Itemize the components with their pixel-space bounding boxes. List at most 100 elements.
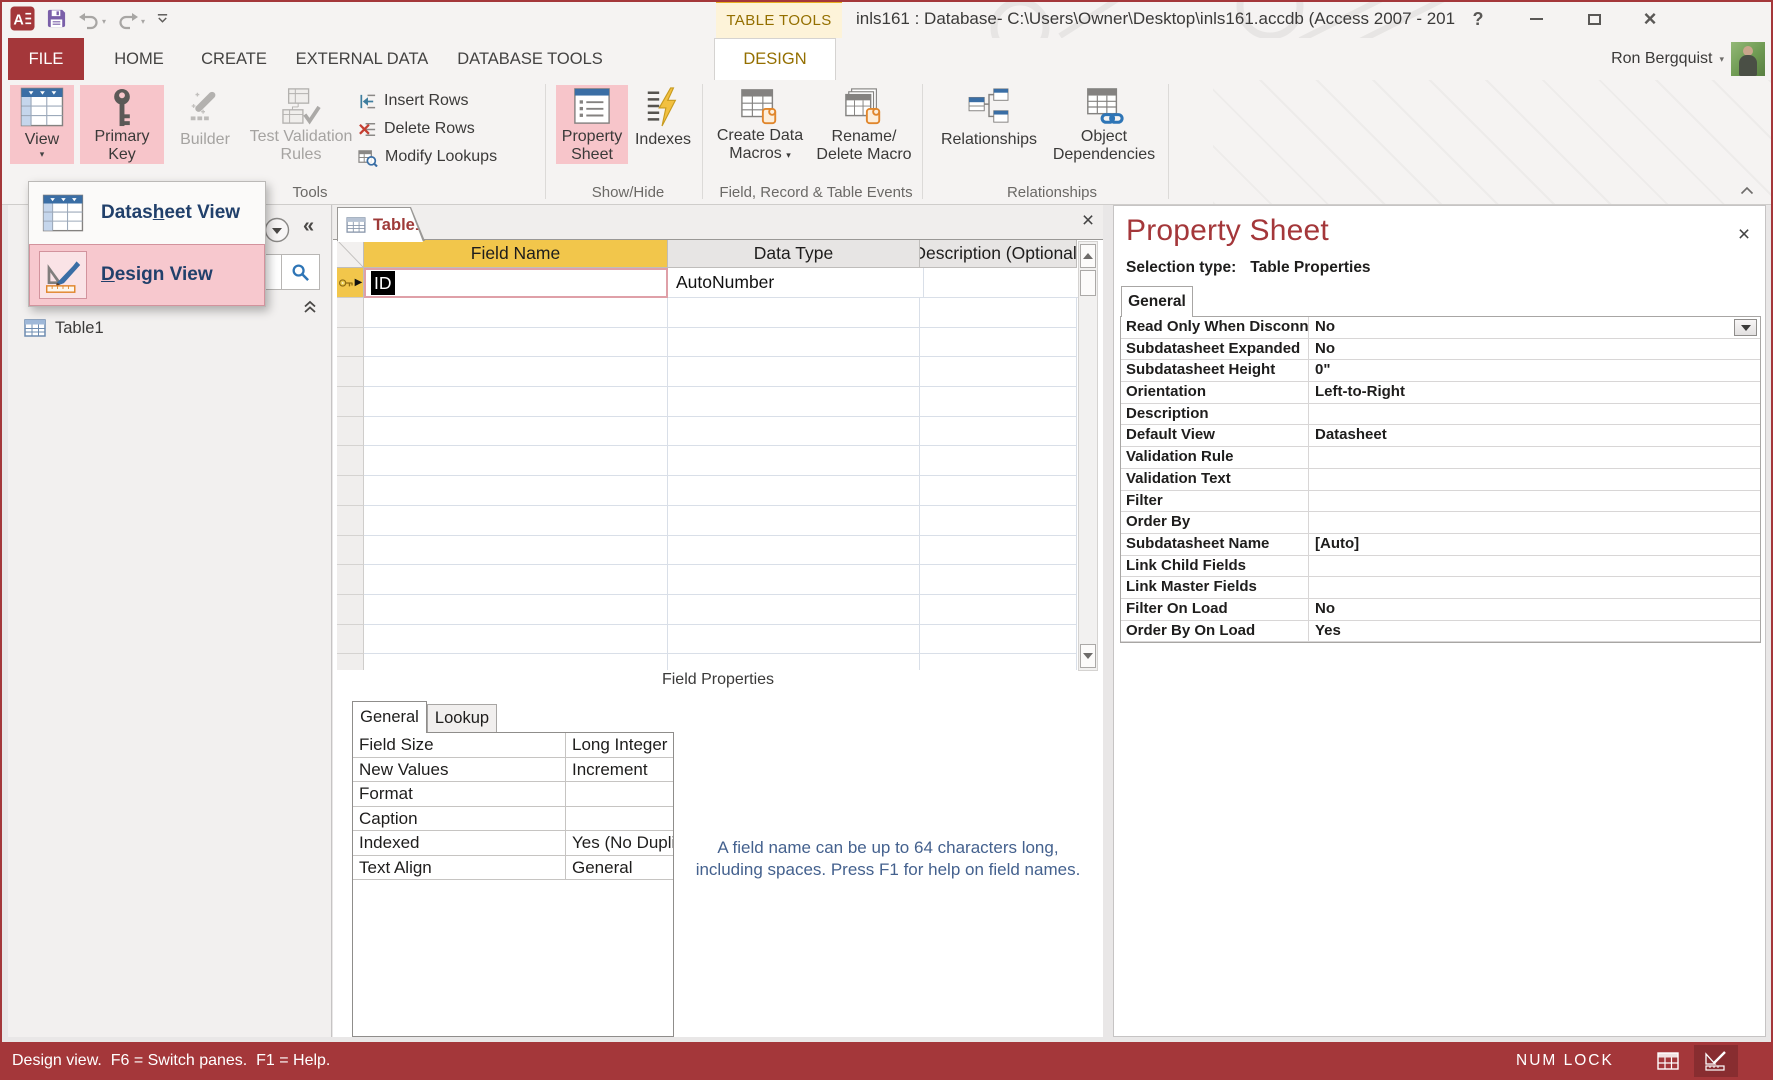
tab-file[interactable]: FILE: [8, 38, 84, 80]
indexes-button[interactable]: Indexes: [632, 85, 694, 164]
grid-cell[interactable]: [920, 328, 1077, 358]
property-row[interactable]: OrientationLeft-to-Right: [1121, 382, 1760, 404]
row-selector[interactable]: [337, 298, 364, 328]
property-value[interactable]: Datasheet: [1309, 425, 1760, 446]
tab-create[interactable]: CREATE: [194, 38, 274, 80]
double-chevron-up-icon[interactable]: [302, 299, 318, 320]
row-selector[interactable]: [337, 536, 364, 566]
row-selector[interactable]: [337, 387, 364, 417]
redo-button[interactable]: ▾: [117, 12, 145, 30]
property-row[interactable]: Link Master Fields: [1121, 577, 1760, 599]
property-value[interactable]: [1309, 556, 1760, 577]
table-row[interactable]: [337, 446, 1079, 476]
grid-cell[interactable]: [920, 565, 1077, 595]
grid-cell[interactable]: [920, 654, 1077, 670]
grid-cell[interactable]: [920, 387, 1077, 417]
close-icon[interactable]: ×: [1634, 8, 1666, 30]
field-property-row[interactable]: Text AlignGeneral: [353, 856, 673, 881]
save-icon[interactable]: [46, 8, 67, 34]
tab-design[interactable]: DESIGN: [714, 38, 836, 80]
property-value[interactable]: [1309, 577, 1760, 598]
undo-button[interactable]: ▾: [78, 12, 106, 30]
dropdown-button[interactable]: [1734, 319, 1757, 336]
scroll-up-icon[interactable]: [1080, 244, 1096, 268]
grid-cell[interactable]: [668, 625, 920, 655]
menu-item-datasheet-view[interactable]: Datasheet View: [29, 182, 265, 244]
grid-cell[interactable]: [668, 328, 920, 358]
field-property-value[interactable]: Increment: [566, 758, 673, 782]
property-row[interactable]: Read Only When DisconnectedNo: [1121, 317, 1760, 339]
grid-cell[interactable]: [364, 595, 668, 625]
grid-cell[interactable]: [920, 357, 1077, 387]
maximize-icon[interactable]: [1578, 8, 1610, 30]
account-chip[interactable]: Ron Bergquist ▾: [1560, 38, 1768, 80]
table-row[interactable]: [337, 357, 1079, 387]
property-row[interactable]: Validation Text: [1121, 469, 1760, 491]
table-row[interactable]: [337, 506, 1079, 536]
property-row[interactable]: Link Child Fields: [1121, 556, 1760, 578]
field-property-row[interactable]: IndexedYes (No Duplicates): [353, 831, 673, 856]
vertical-scrollbar[interactable]: [1078, 241, 1098, 671]
grid-corner-cell[interactable]: [337, 240, 364, 268]
property-sheet-button[interactable]: Property Sheet: [556, 85, 628, 164]
tab-general[interactable]: General: [352, 701, 427, 733]
table-row[interactable]: [337, 595, 1079, 625]
table-row[interactable]: [337, 476, 1079, 506]
insert-rows-button[interactable]: Insert Rows: [358, 88, 468, 114]
property-value[interactable]: No: [1309, 317, 1760, 338]
field-property-row[interactable]: New ValuesIncrement: [353, 758, 673, 783]
test-validation-rules-button[interactable]: Test Validation Rules: [246, 85, 356, 164]
field-property-value[interactable]: General: [566, 856, 673, 880]
property-row[interactable]: Filter On LoadNo: [1121, 599, 1760, 621]
menu-item-design-view[interactable]: Design View: [29, 244, 265, 306]
grid-cell[interactable]: [920, 536, 1077, 566]
column-header-description[interactable]: Description (Optional): [920, 240, 1077, 268]
grid-cell[interactable]: [668, 446, 920, 476]
property-row[interactable]: Default ViewDatasheet: [1121, 425, 1760, 447]
tab-lookup[interactable]: Lookup: [427, 704, 497, 733]
property-value[interactable]: [1309, 469, 1760, 490]
field-property-row[interactable]: Caption: [353, 807, 673, 832]
grid-cell[interactable]: [668, 565, 920, 595]
field-property-value[interactable]: Yes (No Duplicates): [566, 831, 673, 855]
grid-cell[interactable]: [920, 595, 1077, 625]
grid-cell[interactable]: [920, 476, 1077, 506]
grid-cell[interactable]: [668, 387, 920, 417]
property-row[interactable]: Subdatasheet Height0": [1121, 360, 1760, 382]
primary-key-button[interactable]: Primary Key: [80, 85, 164, 164]
close-icon[interactable]: ×: [1730, 222, 1758, 248]
pane-splitter[interactable]: [1103, 205, 1113, 1037]
column-header-field-name[interactable]: Field Name: [364, 240, 668, 268]
grid-cell[interactable]: [668, 476, 920, 506]
row-selector[interactable]: [337, 357, 364, 387]
tab-home[interactable]: HOME: [98, 38, 180, 80]
table-row[interactable]: [337, 387, 1079, 417]
grid-cell[interactable]: [364, 417, 668, 447]
grid-cell[interactable]: [920, 298, 1077, 328]
grid-cell[interactable]: [668, 506, 920, 536]
property-value[interactable]: No: [1309, 339, 1760, 360]
table-row[interactable]: [337, 625, 1079, 655]
object-dependencies-button[interactable]: Object Dependencies: [1048, 85, 1160, 164]
description-cell[interactable]: [924, 268, 1081, 298]
field-property-row[interactable]: Format: [353, 782, 673, 807]
row-selector[interactable]: [337, 446, 364, 476]
grid-cell[interactable]: [364, 536, 668, 566]
property-row[interactable]: Subdatasheet ExpandedNo: [1121, 339, 1760, 361]
search-icon[interactable]: [281, 255, 319, 289]
property-row[interactable]: Description: [1121, 404, 1760, 426]
document-tab-table1[interactable]: Table1: [338, 208, 424, 242]
minimize-icon[interactable]: [1520, 8, 1552, 30]
table-row[interactable]: [337, 328, 1079, 358]
nav-item-table1[interactable]: Table1: [24, 315, 104, 341]
close-document-icon[interactable]: ×: [1075, 208, 1101, 234]
grid-cell[interactable]: [668, 654, 920, 670]
design-view-button[interactable]: [1694, 1045, 1738, 1077]
grid-cell[interactable]: [364, 654, 668, 670]
row-selector[interactable]: [337, 654, 364, 670]
property-row[interactable]: Filter: [1121, 491, 1760, 513]
grid-cell[interactable]: [668, 298, 920, 328]
datasheet-view-button[interactable]: [1646, 1045, 1690, 1077]
row-selector[interactable]: [337, 506, 364, 536]
scrollbar-thumb[interactable]: [1080, 270, 1096, 296]
